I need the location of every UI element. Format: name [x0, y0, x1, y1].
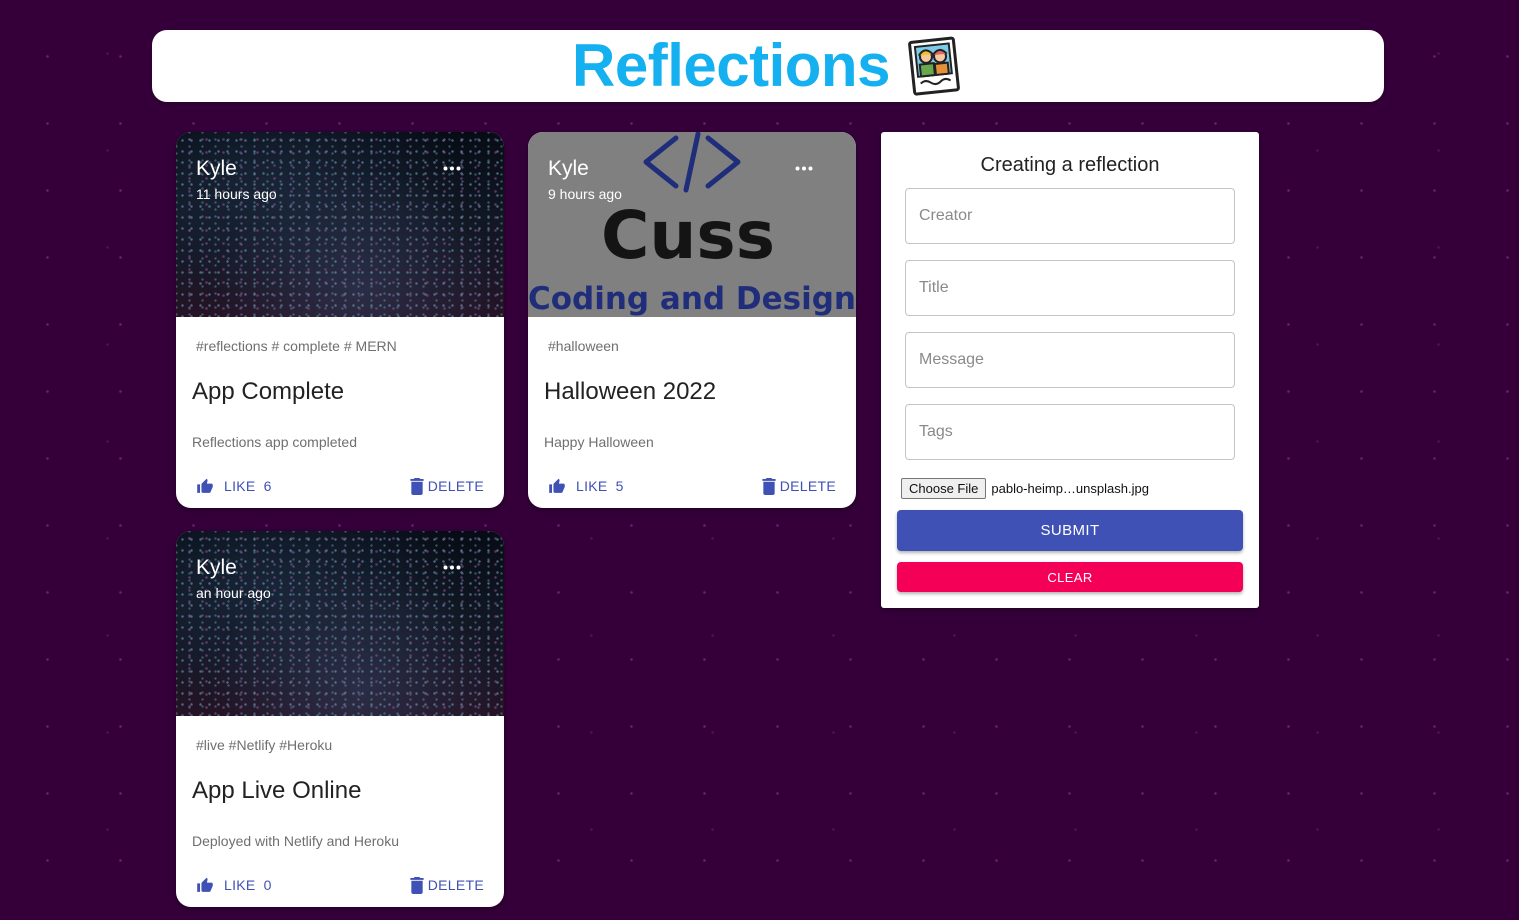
post-title: App Complete [192, 378, 345, 405]
like-label: LIKE [224, 877, 256, 893]
more-options-button[interactable] [440, 160, 464, 176]
app-header: Reflections [152, 30, 1384, 102]
cuss-logo-subtext: Coding and Design [528, 281, 856, 317]
like-label: LIKE [224, 478, 256, 494]
post-actions: LIKE 0 DELETE [196, 873, 484, 897]
post-tags: #live #Netlify #Heroku [196, 737, 333, 753]
cuss-logo-text: Cuss [601, 197, 775, 274]
like-button[interactable]: LIKE 5 [548, 478, 624, 495]
delete-label: DELETE [779, 478, 836, 494]
post-message: Happy Halloween [544, 434, 654, 450]
like-count: 6 [263, 478, 272, 494]
more-horiz-icon [443, 166, 461, 170]
clear-button[interactable]: CLEAR [897, 562, 1243, 592]
post-message: Reflections app completed [192, 434, 357, 450]
tags-field[interactable] [905, 404, 1235, 460]
post-tags: #halloween [548, 338, 619, 354]
more-horiz-icon [443, 565, 461, 569]
post-card: Kyle 11 hours ago #reflections # complet… [176, 132, 504, 508]
create-reflection-form: Creating a reflection Choose File pablo-… [881, 132, 1259, 608]
post-image: Kyle an hour ago [176, 531, 504, 716]
like-button[interactable]: LIKE 6 [196, 478, 272, 495]
choose-file-button[interactable]: Choose File [901, 477, 987, 499]
post-tags: #reflections # complete # MERN [196, 338, 397, 354]
trash-icon [762, 477, 776, 495]
thumb-up-icon [197, 478, 213, 493]
post-image: Cuss Coding and Design Kyle 9 hours ago [528, 132, 856, 317]
post-title: Halloween 2022 [544, 378, 717, 405]
post-creator: Kyle [196, 556, 237, 579]
more-options-button[interactable] [440, 559, 464, 575]
app-title: Reflections [572, 32, 890, 99]
code-brackets-icon [643, 132, 741, 193]
thumb-up-icon [549, 478, 565, 493]
more-horiz-icon [795, 166, 813, 170]
post-time: 9 hours ago [548, 186, 622, 202]
file-input: Choose File pablo-heimp…unsplash.jpg [901, 477, 1149, 499]
file-name: pablo-heimp…unsplash.jpg [991, 480, 1149, 496]
post-time: an hour ago [196, 585, 271, 601]
post-creator: Kyle [548, 157, 589, 180]
trash-icon [410, 477, 424, 495]
form-heading: Creating a reflection [980, 154, 1160, 176]
post-actions: LIKE 6 DELETE [196, 474, 484, 498]
more-options-button[interactable] [792, 160, 816, 176]
like-button[interactable]: LIKE 0 [196, 877, 272, 894]
post-card: Cuss Coding and Design Kyle 9 hours ago … [528, 132, 856, 508]
title-field[interactable] [905, 260, 1235, 316]
post-creator: Kyle [196, 157, 237, 180]
delete-button[interactable]: DELETE [762, 477, 836, 495]
post-actions: LIKE 5 DELETE [548, 474, 836, 498]
message-field[interactable] [905, 332, 1235, 388]
thumb-up-icon [197, 877, 213, 892]
delete-button[interactable]: DELETE [410, 876, 484, 894]
delete-button[interactable]: DELETE [410, 477, 484, 495]
post-image: Kyle 11 hours ago [176, 132, 504, 317]
post-title: App Live Online [192, 777, 362, 804]
photo-people-icon [908, 36, 960, 96]
trash-icon [410, 876, 424, 894]
like-count: 0 [263, 877, 272, 893]
post-message: Deployed with Netlify and Heroku [192, 833, 399, 849]
post-time: 11 hours ago [196, 186, 277, 202]
creator-field[interactable] [905, 188, 1235, 244]
delete-label: DELETE [427, 478, 484, 494]
submit-button[interactable]: SUBMIT [897, 510, 1243, 551]
delete-label: DELETE [427, 877, 484, 893]
like-count: 5 [615, 478, 624, 494]
post-card: Kyle an hour ago #live #Netlify #Heroku … [176, 531, 504, 907]
like-label: LIKE [576, 478, 608, 494]
